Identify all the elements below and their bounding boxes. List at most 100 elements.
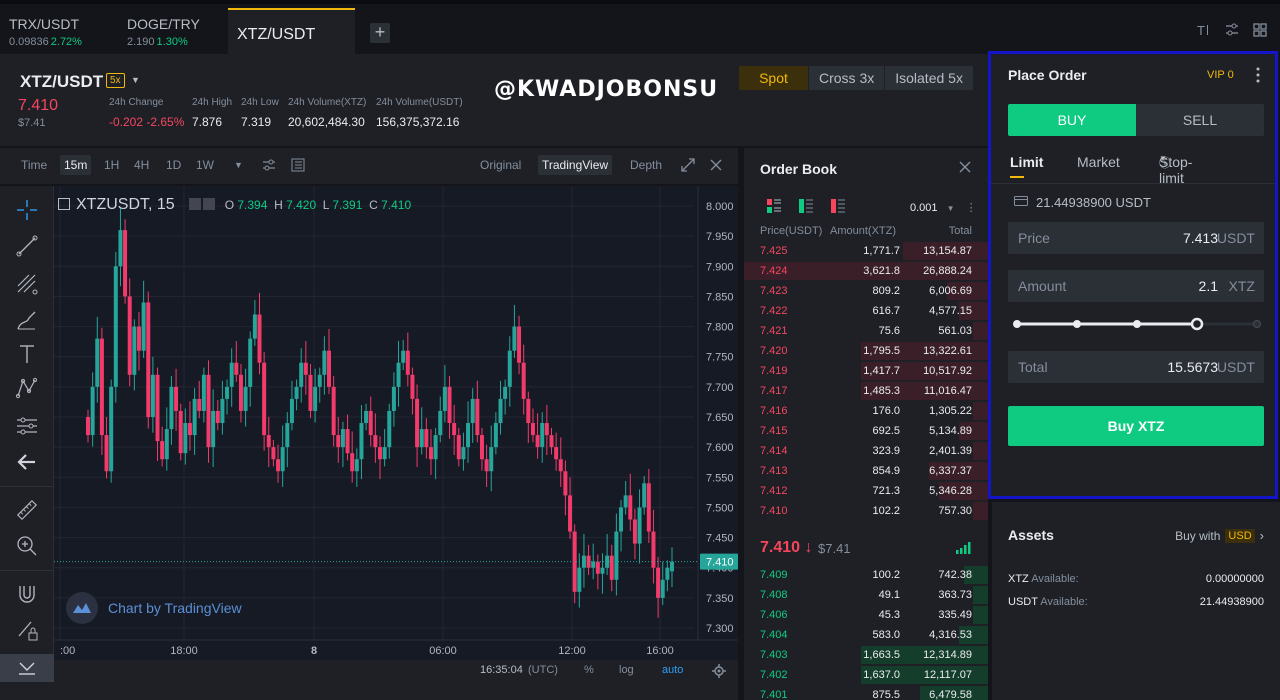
- buy-with-link[interactable]: Buy with USD ›: [1175, 528, 1264, 543]
- row-amount: 1,637.0: [863, 669, 900, 681]
- order-type-market[interactable]: Market: [1077, 154, 1120, 170]
- crosshair-icon[interactable]: [15, 198, 39, 222]
- pair-name[interactable]: XTZ/USDT: [20, 72, 103, 92]
- more-options-icon[interactable]: [1255, 67, 1261, 83]
- zoom-in-icon[interactable]: [15, 534, 39, 558]
- total-value[interactable]: 15.5673: [1167, 359, 1218, 375]
- bid-row[interactable]: 7.406 45.3 335.49: [744, 605, 988, 625]
- ask-row[interactable]: 7.413 854.9 6,337.37: [744, 461, 988, 481]
- amount-value[interactable]: 2.1: [1199, 278, 1218, 294]
- collapse-toolbar-icon[interactable]: [0, 654, 54, 682]
- pair-dropdown-icon[interactable]: ▼: [131, 75, 140, 85]
- precision-select[interactable]: 0.001 ▼ ⋮: [910, 201, 977, 214]
- ask-row[interactable]: 7.421 75.6 561.03: [744, 321, 988, 341]
- view-original[interactable]: Original: [480, 158, 521, 172]
- close-order-book-icon[interactable]: [958, 160, 972, 174]
- price-input[interactable]: Price 7.413 USDT: [1008, 222, 1264, 254]
- indicator-settings-icon[interactable]: [262, 158, 276, 172]
- collapse-legend-icon[interactable]: [58, 198, 70, 210]
- ask-row[interactable]: 7.424 3,621.8 26,888.24: [744, 261, 988, 281]
- bids-only-view-icon[interactable]: [798, 198, 814, 214]
- ask-row[interactable]: 7.416 176.0 1,305.22: [744, 401, 988, 421]
- magnet-icon[interactable]: [15, 582, 39, 606]
- interval-1d[interactable]: 1D: [166, 158, 181, 172]
- percent-scale-toggle[interactable]: %: [584, 664, 594, 676]
- bid-row[interactable]: 7.408 49.1 363.73: [744, 585, 988, 605]
- interval-4h[interactable]: 4H: [134, 158, 149, 172]
- bid-row[interactable]: 7.402 1,637.0 12,117.07: [744, 665, 988, 685]
- settings-sliders-icon[interactable]: [1224, 22, 1240, 38]
- grid-layout-icon[interactable]: [1252, 22, 1268, 38]
- interval-time[interactable]: Time: [21, 158, 47, 172]
- order-book-mid-price: 7.410 ↓: [760, 539, 813, 556]
- mode-cross[interactable]: Cross 3x: [809, 66, 886, 90]
- ask-row[interactable]: 7.425 1,771.7 13,154.87: [744, 241, 988, 261]
- chart-settings-gear-icon[interactable]: [712, 664, 726, 681]
- add-tab-button[interactable]: +: [370, 23, 390, 43]
- ask-row[interactable]: 7.414 323.9 2,401.39: [744, 441, 988, 461]
- chart-timezone[interactable]: (UTC): [528, 664, 558, 676]
- brush-icon[interactable]: [15, 308, 39, 332]
- expand-icon[interactable]: [681, 158, 695, 172]
- ask-row[interactable]: 7.419 1,417.7 10,517.92: [744, 361, 988, 381]
- prediction-tool-icon[interactable]: [15, 414, 39, 438]
- ask-row[interactable]: 7.415 692.5 5,134.89: [744, 421, 988, 441]
- text-size-icon[interactable]: T: [1196, 22, 1212, 38]
- text-tool-icon[interactable]: [15, 342, 39, 366]
- candle-up: [169, 386, 174, 430]
- fib-tool-icon[interactable]: [15, 272, 39, 296]
- both-sides-view-icon[interactable]: [766, 198, 782, 214]
- ruler-icon[interactable]: [15, 498, 39, 522]
- bid-row[interactable]: 7.403 1,663.5 12,314.89: [744, 645, 988, 665]
- vip-level[interactable]: VIP 0: [1207, 69, 1234, 81]
- trend-line-icon[interactable]: [15, 234, 39, 258]
- total-input[interactable]: Total 15.5673 USDT: [1008, 351, 1264, 383]
- candle-down: [86, 417, 90, 436]
- ask-row[interactable]: 7.417 1,485.3 11,016.47: [744, 381, 988, 401]
- auto-scale-toggle[interactable]: auto: [662, 664, 683, 676]
- interval-dropdown-icon[interactable]: ▼: [234, 160, 243, 170]
- candlestick-chart[interactable]: 8.000 7.950 7.900 7.850 7.800 7.750 7.700 7.650…: [54, 186, 738, 660]
- price-value[interactable]: 7.413: [1183, 230, 1218, 246]
- ask-row[interactable]: 7.422 616.7 4,577.15: [744, 301, 988, 321]
- mode-isolated[interactable]: Isolated 5x: [885, 66, 974, 90]
- order-book-more-icon[interactable]: ⋮: [966, 202, 977, 214]
- close-chart-icon[interactable]: [709, 158, 723, 172]
- buy-xtz-button[interactable]: Buy XTZ: [1008, 406, 1264, 446]
- buy-tab[interactable]: BUY: [1008, 104, 1136, 136]
- log-scale-toggle[interactable]: log: [619, 664, 634, 676]
- tradingview-credit[interactable]: Chart by TradingView: [66, 592, 242, 624]
- time-tick-label: 12:00: [558, 645, 586, 657]
- amount-input[interactable]: Amount 2.1 XTZ: [1008, 270, 1264, 302]
- tab-xtz-usdt[interactable]: XTZ/USDT: [228, 8, 355, 58]
- ask-row[interactable]: 7.410 102.2 757.30: [744, 501, 988, 521]
- ask-row[interactable]: 7.420 1,795.5 13,322.61: [744, 341, 988, 361]
- interval-1w[interactable]: 1W: [196, 158, 214, 172]
- candle-down: [410, 374, 415, 399]
- asks-only-view-icon[interactable]: [830, 198, 846, 214]
- view-depth[interactable]: Depth: [630, 158, 662, 172]
- bid-row[interactable]: 7.401 875.5 6,479.58: [744, 685, 988, 700]
- amount-percent-slider[interactable]: [1013, 317, 1261, 331]
- ask-row[interactable]: 7.412 721.3 5,346.28: [744, 481, 988, 501]
- legend-eye-icon[interactable]: [188, 198, 201, 210]
- interval-1h[interactable]: 1H: [104, 158, 119, 172]
- view-tradingview[interactable]: TradingView: [538, 155, 613, 175]
- chart-list-icon[interactable]: [291, 158, 305, 172]
- candle-up: [364, 410, 369, 424]
- pattern-tool-icon[interactable]: [15, 376, 39, 400]
- interval-15m[interactable]: 15m: [60, 155, 92, 175]
- signal-bars-icon[interactable]: [956, 541, 972, 554]
- lock-drawing-icon[interactable]: [15, 618, 39, 642]
- ask-row[interactable]: 7.423 809.2 6,006.69: [744, 281, 988, 301]
- back-arrow-icon[interactable]: [15, 450, 39, 474]
- mode-spot[interactable]: Spot: [739, 66, 809, 90]
- tab-doge-try[interactable]: DOGE/TRY 2.190 1.30%: [118, 8, 228, 58]
- sell-tab[interactable]: SELL: [1136, 104, 1264, 136]
- bid-row[interactable]: 7.409 100.2 742.38: [744, 565, 988, 585]
- chart-canvas[interactable]: 8.000 7.950 7.900 7.850 7.800 7.750 7.700 7.650…: [54, 186, 738, 660]
- legend-settings-icon[interactable]: [202, 198, 215, 210]
- tab-trx-usdt[interactable]: TRX/USDT 0.09836 2.72%: [0, 8, 118, 58]
- order-type-limit[interactable]: Limit: [1010, 154, 1043, 170]
- bid-row[interactable]: 7.404 583.0 4,316.53: [744, 625, 988, 645]
